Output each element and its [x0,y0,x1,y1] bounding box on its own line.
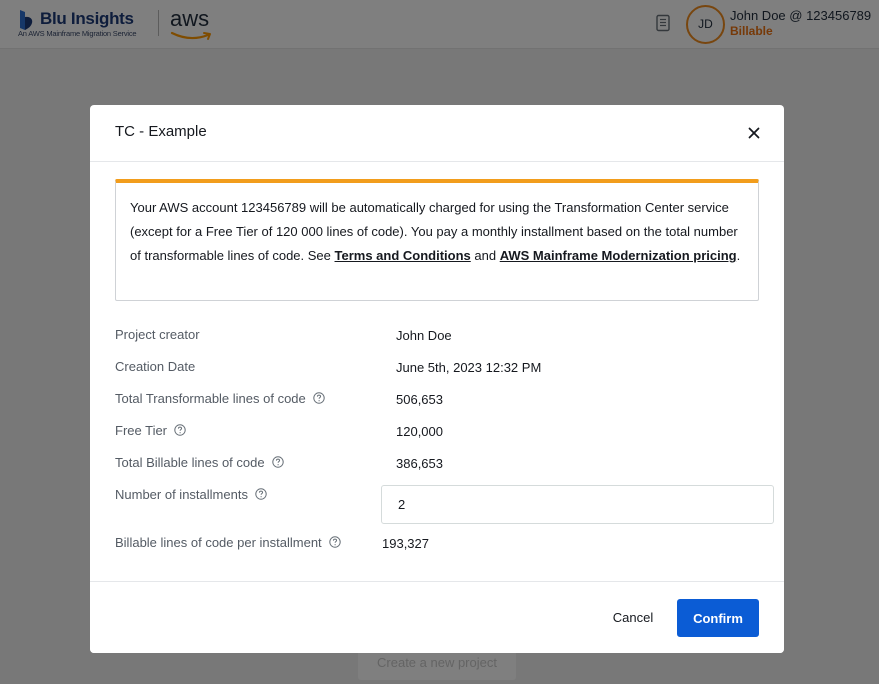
alert-text-and: and [470,248,500,263]
help-icon[interactable] [255,488,267,500]
free-tier-label-text: Free Tier [115,423,168,438]
total-transformable-label-text: Total Transformable lines of code [115,391,306,406]
installments-label: Number of installments [115,487,267,502]
total-billable-label-text: Total Billable lines of code [115,455,265,470]
help-icon[interactable] [174,424,186,436]
close-icon[interactable] [746,125,762,141]
per-installment-value: 193,327 [382,536,429,551]
total-transformable-label: Total Transformable lines of code [115,391,325,406]
alert-text-end: . [736,248,741,263]
terms-and-conditions-link[interactable]: Terms and Conditions [335,248,471,263]
total-billable-value: 386,653 [396,456,443,471]
creation-date-label: Creation Date [115,359,196,374]
help-icon[interactable] [271,456,284,468]
free-tier-label: Free Tier [115,423,186,438]
confirmation-dialog: TC - Example Your AWS account 123456789 … [90,105,784,653]
cancel-button[interactable]: Cancel [599,600,667,634]
creation-date-value: June 5th, 2023 12:32 PM [396,360,542,375]
help-icon[interactable] [313,392,325,404]
dialog-title: TC - Example [115,123,207,140]
free-tier-value: 120,000 [396,424,443,439]
billing-warning-alert: Your AWS account 123456789 will be autom… [115,179,759,301]
total-transformable-value: 506,653 [396,392,443,407]
installments-label-text: Number of installments [115,487,248,502]
billing-warning-text: Your AWS account 123456789 will be autom… [130,196,742,268]
pricing-link[interactable]: AWS Mainframe Modernization pricing [500,248,737,263]
per-installment-label-text: Billable lines of code per installment [115,535,322,550]
help-icon[interactable] [328,536,341,548]
per-installment-label: Billable lines of code per installment [115,535,341,550]
installments-input[interactable] [381,485,774,524]
project-creator-value: John Doe [396,328,452,343]
project-creator-label: Project creator [115,327,200,342]
dialog-header: TC - Example [90,105,784,162]
total-billable-label: Total Billable lines of code [115,455,284,470]
confirm-button[interactable]: Confirm [677,599,759,637]
dialog-footer: Cancel Confirm [90,581,784,653]
